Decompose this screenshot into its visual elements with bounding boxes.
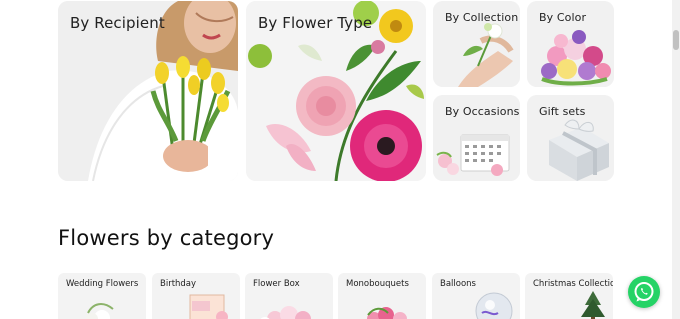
tile-label: By Collection: [445, 11, 519, 24]
category-label: Christmas Collection: [533, 279, 613, 289]
scrollbar-thumb[interactable]: [673, 30, 679, 50]
page-scrollbar[interactable]: [672, 0, 680, 319]
category-tile-by-color[interactable]: By Color: [527, 1, 614, 87]
category-label: Balloons: [440, 279, 476, 289]
category-card-monobouquets[interactable]: Monobouquets: [338, 273, 426, 319]
category-card-flower-box[interactable]: Flower Box: [245, 273, 333, 319]
category-label: Wedding Flowers: [66, 279, 139, 289]
category-card-birthday[interactable]: Birthday: [152, 273, 240, 319]
category-tile-by-collection[interactable]: By Collection: [433, 1, 520, 87]
category-card-wedding-flowers[interactable]: Wedding Flowers: [58, 273, 146, 319]
category-label: Monobouquets: [346, 279, 409, 289]
whatsapp-icon: [634, 282, 654, 302]
category-tile-by-flower-type[interactable]: By Flower Type: [246, 1, 426, 181]
section-title: Flowers by category: [58, 226, 275, 250]
tile-label: By Flower Type: [258, 14, 373, 32]
category-label: Birthday: [160, 279, 197, 289]
category-tile-by-occasions[interactable]: By Occasions: [433, 95, 520, 181]
tile-label: By Color: [539, 11, 587, 24]
category-tile-by-recipient[interactable]: By Recipient: [58, 1, 238, 181]
category-card-balloons[interactable]: Balloons: [432, 273, 520, 319]
tile-label: By Occasions: [445, 105, 520, 118]
tile-label: Gift sets: [539, 105, 586, 118]
tile-label: By Recipient: [70, 14, 165, 32]
category-label: Flower Box: [253, 279, 300, 289]
whatsapp-chat-button[interactable]: [628, 276, 660, 308]
category-tile-gift-sets[interactable]: Gift sets: [527, 95, 614, 181]
category-card-christmas-collection[interactable]: Christmas Collection: [525, 273, 613, 319]
